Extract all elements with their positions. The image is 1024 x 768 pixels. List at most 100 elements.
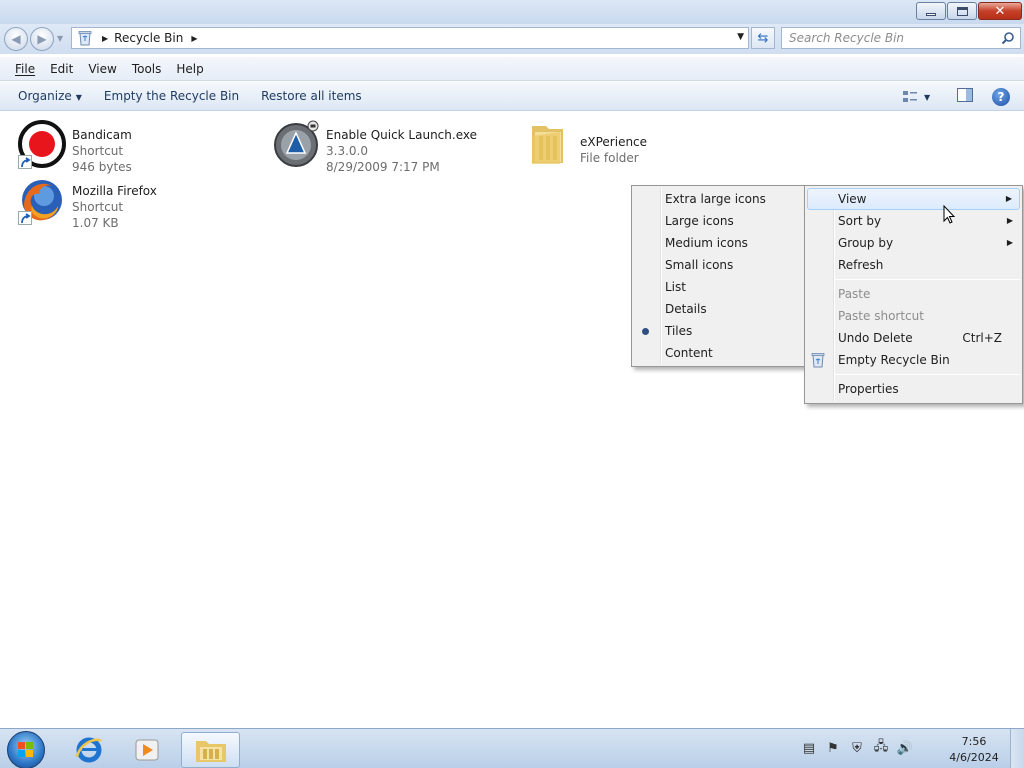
firefox-icon (18, 176, 68, 226)
taskbar: ▤ ⚑ ⛨ 🖧 🔊 7:56 4/6/2024 (0, 728, 1024, 768)
file-tile-bandicam[interactable]: Bandicam Shortcut 946 bytes (18, 120, 132, 175)
menu-tools[interactable]: Tools (128, 62, 166, 76)
breadcrumb-separator-icon[interactable]: ▶ (102, 34, 108, 43)
media-player-icon (135, 739, 159, 761)
submenu-arrow-icon: ▶ (1005, 194, 1012, 203)
system-tray: ▤ ⚑ ⛨ 🖧 🔊 (800, 739, 914, 757)
view-submenu: Extra large icons Large icons Medium ico… (631, 185, 806, 367)
security-shield-icon[interactable]: ⛨ (848, 739, 866, 757)
action-center-flag-icon[interactable]: ⚑ (824, 739, 842, 757)
file-name: Mozilla Firefox (72, 184, 157, 198)
view-tiles-icon (903, 91, 917, 102)
menu-item-label: View (838, 192, 867, 206)
close-button[interactable]: ✕ (978, 2, 1022, 20)
taskbar-clock[interactable]: 7:56 4/6/2024 (946, 734, 1002, 766)
search-box[interactable] (781, 27, 1021, 49)
tray-notes-icon[interactable]: ▤ (800, 739, 818, 757)
breadcrumb-recycle-bin[interactable]: Recycle Bin (114, 31, 183, 45)
preview-pane-button[interactable] (957, 88, 975, 104)
volume-icon[interactable]: 🔊 (896, 739, 914, 757)
shortcut-arrow-icon (18, 155, 32, 169)
view-large-icons[interactable]: Large icons (632, 210, 805, 232)
menu-item-paste[interactable]: Paste (805, 283, 1022, 305)
file-tile-experience[interactable]: eXPerience File folder (526, 120, 647, 170)
menu-separator (835, 374, 1020, 375)
file-tile-enable-quick-launch[interactable]: Enable Quick Launch.exe 3.3.0.0 8/29/200… (272, 120, 477, 175)
minimize-button[interactable] (916, 2, 946, 20)
submenu-arrow-icon: ▶ (1006, 216, 1013, 225)
windows-explorer-icon (195, 741, 226, 762)
preview-pane-icon (957, 88, 973, 102)
file-type: Shortcut (72, 200, 124, 214)
menu-item-group-by[interactable]: Group by ▶ (805, 232, 1022, 254)
breadcrumb-separator-icon[interactable]: ▶ (191, 34, 197, 43)
selected-bullet-icon (642, 328, 649, 335)
menu-file[interactable]: File (11, 62, 39, 76)
menu-item-label: Sort by (838, 214, 882, 228)
view-options-dropdown-icon: ▼ (924, 92, 931, 102)
context-menu: View ▶ Sort by ▶ Group by ▶ Refresh Paste P… (804, 185, 1023, 404)
organize-button[interactable]: Organize ▼ (10, 89, 90, 103)
address-bar[interactable]: ▶ Recycle Bin ▶ ▼ (71, 27, 749, 49)
minimize-icon (926, 12, 936, 16)
menu-item-refresh[interactable]: Refresh (805, 254, 1022, 276)
search-input[interactable] (782, 28, 992, 48)
view-small-icons[interactable]: Small icons (632, 254, 805, 276)
menu-item-undo-delete[interactable]: Undo Delete Ctrl+Z (805, 327, 1022, 349)
change-view-button[interactable]: ▼ (902, 88, 938, 106)
search-icon[interactable] (1001, 31, 1015, 48)
file-type: Shortcut (72, 144, 124, 158)
back-arrow-icon: ◀ (11, 32, 21, 46)
file-name: Bandicam (72, 128, 132, 142)
network-icon[interactable]: 🖧 (872, 739, 890, 757)
shortcut-arrow-icon (18, 211, 32, 225)
view-tiles[interactable]: Tiles (632, 320, 805, 342)
windows-logo-icon (18, 742, 33, 757)
restore-button[interactable] (947, 2, 977, 20)
help-icon: ? (997, 90, 1005, 104)
help-button[interactable]: ? (992, 88, 1010, 106)
submenu-arrow-icon: ▶ (1006, 238, 1013, 247)
file-tile-mozilla-firefox[interactable]: Mozilla Firefox Shortcut 1.07 KB (18, 176, 157, 231)
window-controls: ✕ (916, 2, 1022, 20)
file-name: Enable Quick Launch.exe (326, 128, 477, 142)
menu-item-properties[interactable]: Properties (805, 378, 1022, 400)
navigation-bar: ◀ ▶ ▼ ▶ Recycle Bin ▶ ▼ ⇆ (0, 24, 1024, 54)
menu-edit[interactable]: Edit (46, 62, 77, 76)
mouse-cursor-icon (943, 204, 957, 228)
menu-item-empty-recycle-bin[interactable]: Empty Recycle Bin (805, 349, 1022, 371)
menu-item-paste-shortcut[interactable]: Paste shortcut (805, 305, 1022, 327)
clock-time: 7:56 (961, 735, 987, 748)
command-bar: Organize ▼ Empty the Recycle Bin Restore … (0, 82, 1024, 111)
view-details[interactable]: Details (632, 298, 805, 320)
empty-recycle-bin-button[interactable]: Empty the Recycle Bin (96, 89, 247, 103)
recycle-bin-icon (76, 30, 94, 46)
show-desktop-button[interactable] (1010, 729, 1024, 768)
menu-item-label: Group by (838, 236, 894, 250)
forward-button[interactable]: ▶ (30, 27, 54, 51)
menu-help[interactable]: Help (172, 62, 207, 76)
menu-item-sort-by[interactable]: Sort by ▶ (805, 210, 1022, 232)
view-list[interactable]: List (632, 276, 805, 298)
taskbar-media-player[interactable] (120, 732, 174, 768)
back-button[interactable]: ◀ (4, 27, 28, 51)
window-title-bar: ✕ (0, 0, 1024, 24)
exe-icon (272, 120, 322, 170)
menu-item-label: Empty Recycle Bin (838, 353, 950, 367)
restore-all-items-button[interactable]: Restore all items (253, 89, 370, 103)
view-extra-large-icons[interactable]: Extra large icons (632, 188, 805, 210)
file-type: File folder (580, 151, 639, 165)
refresh-button[interactable]: ⇆ (751, 27, 775, 49)
start-button[interactable] (7, 731, 45, 768)
menu-item-view[interactable]: View ▶ (807, 188, 1020, 210)
menu-view[interactable]: View (84, 62, 120, 76)
file-date: 8/29/2009 7:17 PM (326, 160, 440, 174)
view-tiles-label: Tiles (665, 324, 693, 338)
recent-pages-dropdown[interactable]: ▼ (57, 34, 67, 44)
taskbar-windows-explorer[interactable] (181, 732, 240, 768)
address-dropdown-icon[interactable]: ▼ (737, 32, 744, 42)
taskbar-internet-explorer[interactable] (62, 732, 116, 768)
view-medium-icons[interactable]: Medium icons (632, 232, 805, 254)
menu-bar: File Edit View Tools Help (0, 57, 1024, 81)
view-content[interactable]: Content (632, 342, 805, 364)
